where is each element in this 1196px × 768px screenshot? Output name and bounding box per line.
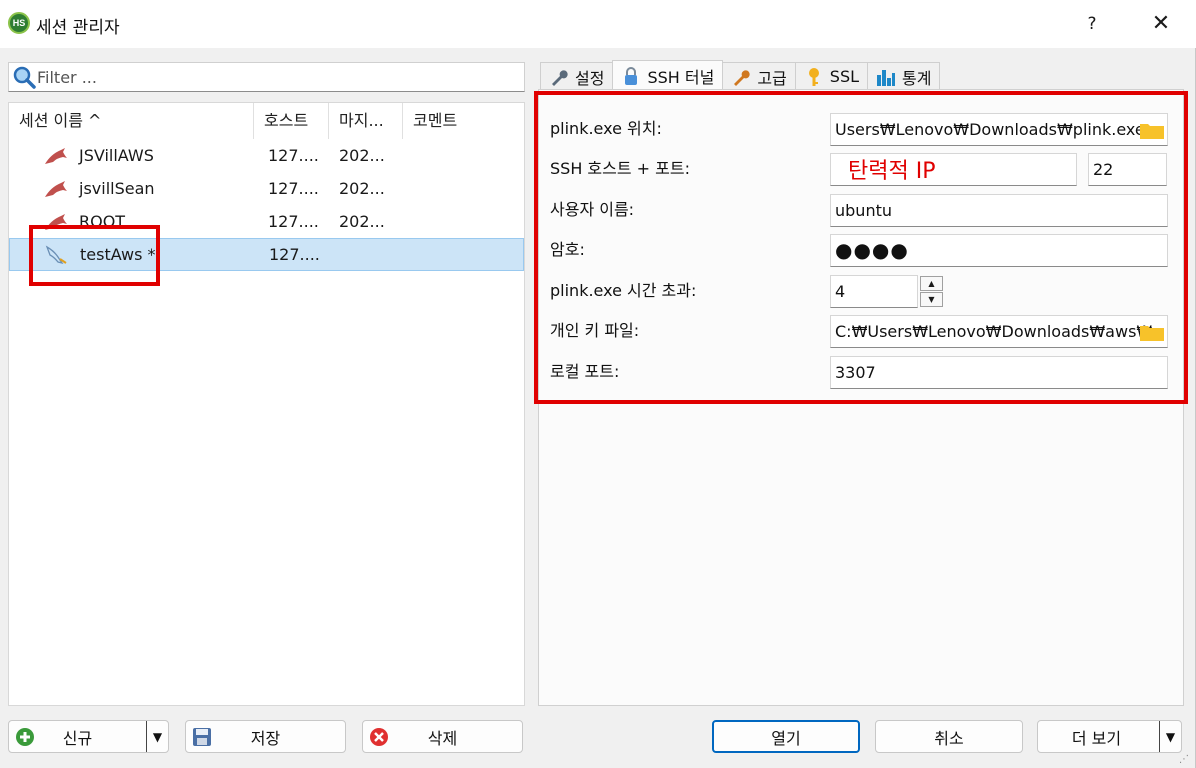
password-input[interactable]: ●●●● (830, 234, 1168, 267)
password-label: 암호: (550, 240, 585, 259)
session-name: testAws * (80, 245, 156, 264)
floppy-disk-icon (193, 728, 211, 746)
search-icon (11, 64, 37, 90)
wrench-icon (734, 69, 750, 86)
session-row[interactable]: jsvillSean 127.... 202... (9, 172, 524, 205)
session-host: 127.... (268, 212, 319, 231)
folder-icon[interactable] (1139, 120, 1165, 140)
column-session-name[interactable]: 세션 이름 ^ (9, 103, 254, 139)
resize-grip-icon[interactable]: ⋰ (1179, 754, 1191, 766)
open-button[interactable]: 열기 (712, 720, 860, 753)
new-button[interactable]: 신규 ▼ (8, 720, 169, 753)
chevron-down-icon[interactable]: ▼ (146, 721, 168, 752)
tab-label: 통계 (902, 68, 932, 88)
timeout-spinner: ▲ ▼ (920, 275, 944, 308)
window-title: 세션 관리자 (36, 18, 120, 38)
session-row-selected[interactable]: testAws * 127.... (9, 238, 524, 271)
session-name: JSVillAWS (79, 146, 154, 165)
plink-location-value: Users₩Lenovo₩Downloads₩plink.exe (835, 120, 1145, 139)
app-icon: HS (8, 12, 30, 34)
private-key-input[interactable]: C:₩Users₩Lenovo₩Downloads₩aws₩ (830, 315, 1168, 348)
help-button[interactable]: ? (1080, 10, 1104, 38)
plus-circle-icon (16, 728, 34, 746)
session-last: 202... (339, 179, 385, 198)
tab-bar: 설정 SSH 터널 고급 SSL 통계 (540, 60, 941, 90)
ssh-port-input[interactable]: 22 (1088, 153, 1167, 186)
mysql-dolphin-outline-icon (45, 245, 67, 264)
tree-header: 세션 이름 ^ 호스트 마지... 코멘트 (9, 103, 524, 139)
save-label: 저장 (250, 728, 281, 748)
column-last-connect[interactable]: 마지... (329, 103, 403, 139)
mysql-dolphin-icon (45, 213, 67, 230)
wrench-icon (552, 69, 568, 86)
chevron-down-icon[interactable]: ▼ (1159, 721, 1181, 752)
delete-circle-icon (370, 728, 388, 746)
tab-settings[interactable]: 설정 (540, 62, 614, 90)
tab-label: 설정 (575, 68, 605, 88)
column-comment[interactable]: 코멘트 (403, 103, 521, 139)
plink-location-label: plink.exe 위치: (550, 119, 662, 138)
more-button[interactable]: 더 보기 ▼ (1037, 720, 1182, 753)
more-label: 더 보기 (1071, 728, 1122, 748)
plink-timeout-label: plink.exe 시간 초과: (550, 281, 697, 300)
close-button[interactable]: ✕ (1146, 10, 1176, 38)
private-key-value: C:₩Users₩Lenovo₩Downloads₩aws₩ (835, 322, 1153, 341)
column-host[interactable]: 호스트 (254, 103, 329, 139)
save-button[interactable]: 저장 (185, 720, 346, 753)
tab-advanced[interactable]: 고급 (722, 62, 796, 90)
spin-down-button[interactable]: ▼ (920, 292, 943, 307)
bar-chart-icon (877, 69, 896, 86)
mysql-dolphin-icon (45, 180, 67, 197)
cancel-button[interactable]: 취소 (875, 720, 1023, 753)
session-host: 127.... (268, 146, 319, 165)
lock-icon (625, 66, 638, 85)
tab-statistics[interactable]: 통계 (867, 62, 941, 90)
username-input[interactable]: ubuntu (830, 194, 1168, 227)
tab-ssh-tunnel[interactable]: SSH 터널 (612, 60, 724, 90)
session-last: 202... (339, 212, 385, 231)
session-last: 202... (339, 146, 385, 165)
annotation-elastic-ip: 탄력적 IP (848, 159, 936, 184)
filter-box[interactable] (8, 62, 525, 92)
key-icon (808, 67, 819, 86)
session-host: 127.... (268, 179, 319, 198)
title-bar: HS 세션 관리자 ? ✕ (0, 0, 1196, 48)
session-name: ROOT (79, 212, 126, 231)
private-key-label: 개인 키 파일: (550, 321, 640, 340)
mysql-dolphin-icon (45, 147, 67, 164)
session-row[interactable]: ROOT 127.... 202... (9, 205, 524, 238)
spin-up-button[interactable]: ▲ (920, 276, 943, 291)
session-manager-window: HS 세션 관리자 ? ✕ 세션 이름 ^ 호스트 마지... 코멘트 (0, 0, 1196, 768)
folder-icon[interactable] (1139, 322, 1165, 342)
delete-button[interactable]: 삭제 (362, 720, 523, 753)
delete-label: 삭제 (427, 728, 458, 748)
local-port-label: 로컬 포트: (550, 362, 620, 381)
filter-input[interactable] (37, 64, 524, 90)
plink-timeout-input[interactable]: 4 (830, 275, 918, 308)
new-label: 신규 (62, 728, 93, 748)
tab-label: SSH 터널 (647, 67, 715, 87)
tab-ssl[interactable]: SSL (794, 62, 869, 90)
ssh-host-port-label: SSH 호스트 + 포트: (550, 159, 690, 178)
tab-label: SSL (829, 67, 860, 86)
session-name: jsvillSean (79, 179, 155, 198)
local-port-input[interactable]: 3307 (830, 356, 1168, 389)
tab-label: 고급 (757, 68, 787, 88)
session-row[interactable]: JSVillAWS 127.... 202... (9, 139, 524, 172)
session-tree[interactable]: 세션 이름 ^ 호스트 마지... 코멘트 JSVillAWS 127.... … (8, 102, 525, 706)
plink-location-input[interactable]: Users₩Lenovo₩Downloads₩plink.exe (830, 113, 1168, 146)
session-host: 127.... (269, 245, 320, 264)
username-label: 사용자 이름: (550, 200, 635, 219)
